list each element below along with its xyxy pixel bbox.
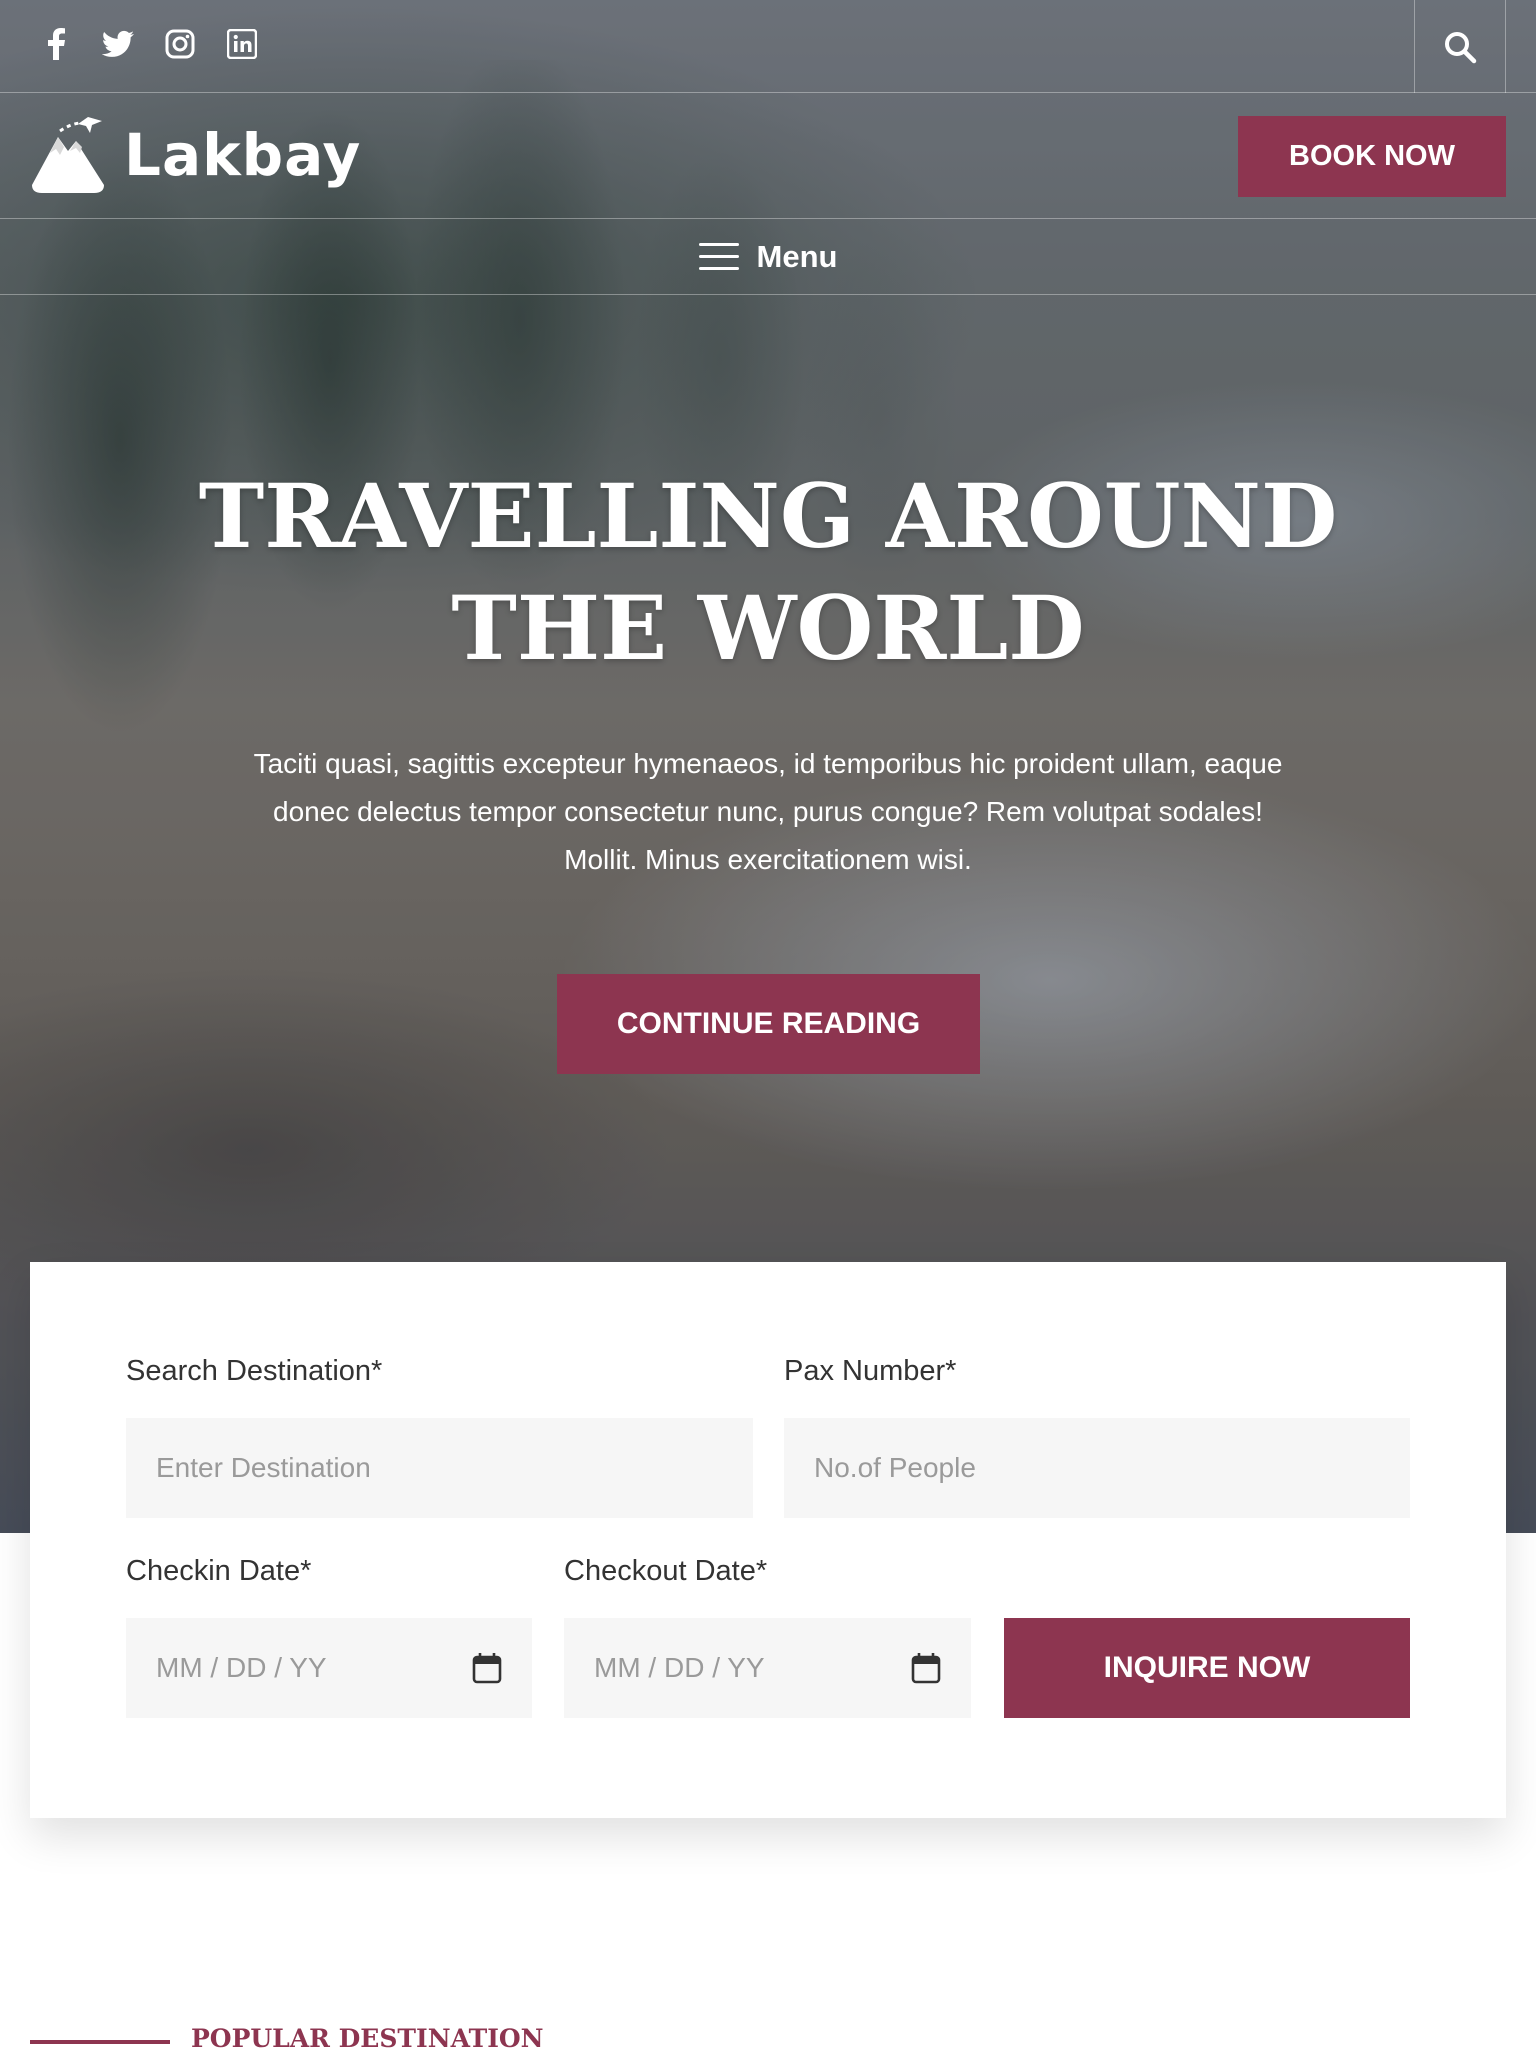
menu-label: Menu: [756, 238, 838, 274]
continue-reading-button[interactable]: CONTINUE READING: [557, 974, 980, 1074]
pax-number-input[interactable]: No.of People: [784, 1418, 1410, 1518]
hero-description: Taciti quasi, sagittis excepteur hymenae…: [200, 740, 1336, 884]
checkout-label: Checkout Date*: [564, 1555, 768, 1587]
checkout-placeholder: MM / DD / YY: [594, 1652, 765, 1683]
pax-placeholder: No.of People: [814, 1452, 976, 1483]
checkin-date-input[interactable]: MM / DD / YY: [126, 1618, 532, 1718]
section-divider: [30, 2040, 170, 2044]
search-button[interactable]: [1414, 0, 1506, 93]
site-name: Lakbay: [124, 121, 362, 189]
inquire-now-button[interactable]: INQUIRE NOW: [1004, 1618, 1410, 1718]
calendar-icon[interactable]: [911, 1652, 941, 1684]
hero-title-line-1: TRAVELLING AROUND: [198, 464, 1338, 568]
book-now-button[interactable]: BOOK NOW: [1238, 116, 1506, 197]
calendar-icon[interactable]: [472, 1652, 502, 1684]
pax-label: Pax Number*: [784, 1355, 957, 1387]
instagram-icon[interactable]: [164, 28, 196, 60]
hamburger-icon: [698, 243, 739, 270]
facebook-icon[interactable]: [40, 28, 72, 60]
checkin-placeholder: MM / DD / YY: [156, 1652, 327, 1683]
checkout-date-input[interactable]: MM / DD / YY: [564, 1618, 971, 1718]
hero-title-line-2: THE WORLD: [451, 576, 1085, 680]
search-icon: [1445, 31, 1477, 63]
hero-description-line-2: donec delectus tempor consectetur nunc, …: [273, 796, 1263, 827]
hero-description-line-1: Taciti quasi, sagittis excepteur hymenae…: [253, 748, 1283, 779]
destination-placeholder: Enter Destination: [156, 1452, 371, 1483]
destination-input[interactable]: Enter Destination: [126, 1418, 753, 1518]
checkin-label: Checkin Date*: [126, 1555, 312, 1587]
menu-toggle[interactable]: Menu: [0, 219, 1536, 295]
section-title: POPULAR DESTINATION: [191, 2024, 544, 2048]
hero-title: TRAVELLING AROUND THE WORLD: [0, 460, 1536, 684]
linkedin-icon[interactable]: [226, 28, 258, 60]
inquiry-form: Search Destination* Enter Destination Pa…: [30, 1262, 1506, 1818]
top-bar: [0, 0, 1536, 93]
twitter-icon[interactable]: [102, 28, 134, 60]
destination-label: Search Destination*: [126, 1355, 383, 1387]
hero-description-line-3: Mollit. Minus exercitationem wisi.: [564, 844, 972, 875]
site-header: Lakbay BOOK NOW: [0, 93, 1536, 219]
mountain-plane-logo-icon: [32, 117, 104, 193]
social-links: [40, 28, 258, 60]
site-logo[interactable]: Lakbay: [30, 115, 361, 195]
